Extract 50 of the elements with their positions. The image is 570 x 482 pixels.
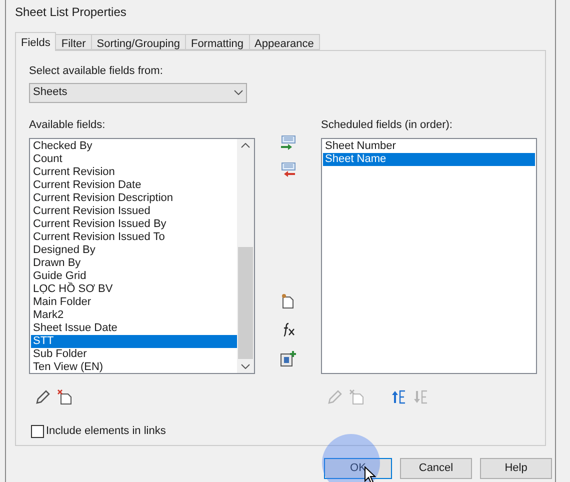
list-item[interactable]: LỌC HỒ SƠ BV (31, 283, 237, 296)
list-item[interactable]: Designed By (31, 244, 237, 257)
remove-field-icon[interactable] (280, 162, 296, 178)
tab[interactable]: Appearance (250, 34, 320, 50)
list-item[interactable]: Ten View (EN) (31, 361, 237, 374)
scrollbar-thumb[interactable] (238, 247, 253, 359)
move-up-icon[interactable] (391, 389, 407, 405)
list-item[interactable]: Current Revision Issued To (31, 231, 237, 244)
tab[interactable]: Filter (56, 34, 92, 50)
pencil-icon[interactable] (35, 389, 51, 405)
list-item[interactable]: Mark2 (31, 309, 237, 322)
list-item[interactable]: Sheet Number (323, 140, 535, 153)
tab[interactable]: Sorting/Grouping (92, 34, 186, 50)
list-item[interactable]: Current Revision Description (31, 192, 237, 205)
list-item[interactable]: Current Revision (31, 166, 237, 179)
list-item[interactable]: Current Revision Date (31, 179, 237, 192)
list-item[interactable]: Main Folder (31, 296, 237, 309)
list-item[interactable]: STT (31, 335, 237, 348)
checkbox[interactable] (31, 424, 44, 438)
tab[interactable]: Formatting (186, 34, 250, 50)
dialog-button[interactable]: Cancel (400, 458, 472, 479)
list-item[interactable]: Sheet Issue Date (31, 322, 237, 335)
field-label: Select available fields from: (29, 65, 163, 77)
cursor-icon (364, 466, 376, 482)
window-title: Sheet List Properties (15, 4, 126, 20)
combine-parameters-icon[interactable] (280, 350, 296, 366)
list-item[interactable]: Sheet Name (323, 153, 535, 166)
scroll-up-icon[interactable] (241, 143, 250, 148)
chevron-down-icon (234, 90, 243, 95)
new-parameter-icon[interactable] (280, 292, 296, 308)
list-item[interactable]: Drawn By (31, 257, 237, 270)
scheduled-fields-list[interactable]: Sheet Number Sheet Name (321, 138, 537, 374)
tab[interactable]: Fields (15, 32, 56, 51)
field-label: Scheduled fields (in order): (321, 118, 454, 132)
scroll-down-icon[interactable] (241, 364, 250, 369)
list-item[interactable]: Current Revision Issued By (31, 218, 237, 231)
list-item[interactable]: Count (31, 153, 237, 166)
list-item[interactable]: Guide Grid (31, 270, 237, 283)
click-highlight (322, 434, 380, 482)
dialog-button[interactable]: Help (480, 458, 552, 479)
list-item[interactable]: Current Revision Issued (31, 205, 237, 218)
scrollbar[interactable] (237, 139, 254, 373)
add-field-icon[interactable] (280, 134, 296, 150)
list-item[interactable]: Sub Folder (31, 348, 237, 361)
available-fields-list[interactable] (29, 138, 255, 374)
list-item[interactable]: Checked By (31, 140, 237, 153)
field-label: Available fields: (29, 118, 106, 132)
source-dropdown[interactable]: Sheets (29, 82, 247, 102)
delete-parameter-icon[interactable] (57, 389, 73, 405)
checkbox-label[interactable]: Include elements in links (46, 423, 166, 440)
